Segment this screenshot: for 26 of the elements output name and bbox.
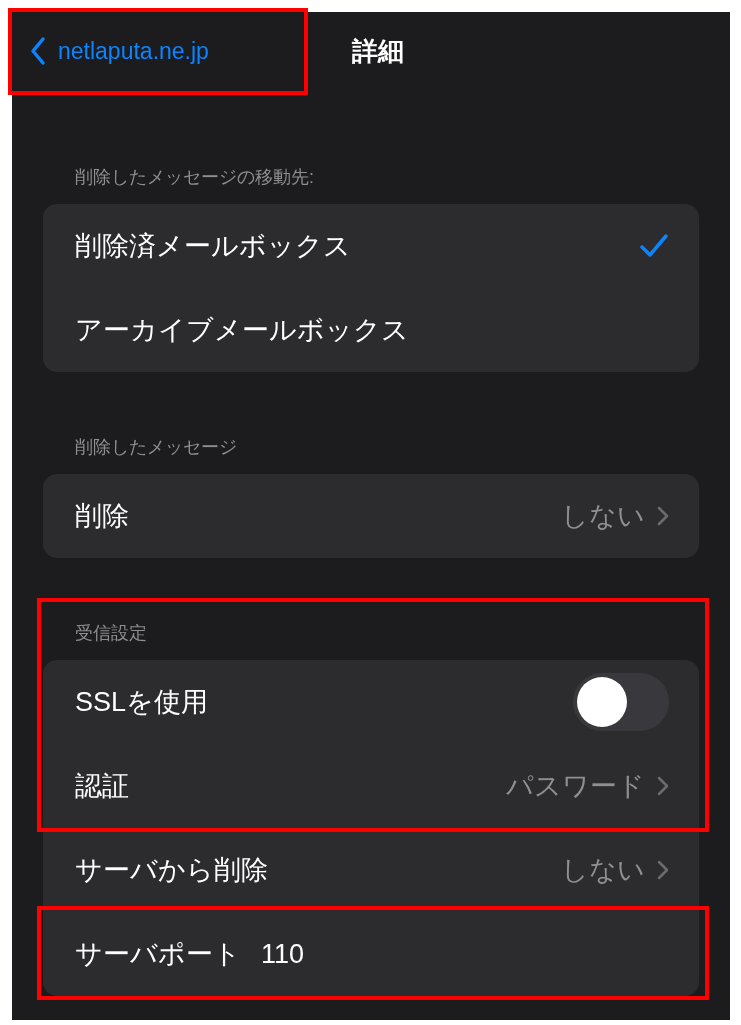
settings-row[interactable]: 認証 パスワード [43,744,699,828]
setting-value: しない [561,499,645,533]
chevron-icon [657,860,669,880]
back-button[interactable]: netlaputa.ne.jp [12,33,209,69]
port-field[interactable]: 110 [261,933,669,975]
option-label: アーカイブメールボックス [75,313,410,347]
section-header: 削除したメッセージの移動先: [74,166,315,189]
setting-label: サーバポート [75,937,241,971]
page-title: 詳細 [352,34,404,68]
setting-value: しない [561,853,645,887]
setting-label: 削除 [75,499,130,533]
settings-row[interactable]: 削除済メールボックス [43,204,699,288]
chevron-icon [657,776,669,796]
chevron-icon [657,506,669,526]
settings-row[interactable]: SSLを使用 [43,660,699,744]
setting-value: パスワード [506,769,645,803]
setting-label: 認証 [75,769,130,803]
settings-row[interactable]: アーカイブメールボックス [43,288,699,372]
settings-row[interactable]: 削除 しない [43,474,699,558]
back-chevron-icon [30,36,46,66]
section-header: 削除したメッセージ [74,436,238,459]
settings-row[interactable]: サーバポート 110 [43,912,699,996]
setting-label: サーバから削除 [75,853,269,887]
section-header: 受信設定 [74,622,148,645]
option-label: 削除済メールボックス [75,229,352,263]
setting-label: SSLを使用 [75,685,210,719]
